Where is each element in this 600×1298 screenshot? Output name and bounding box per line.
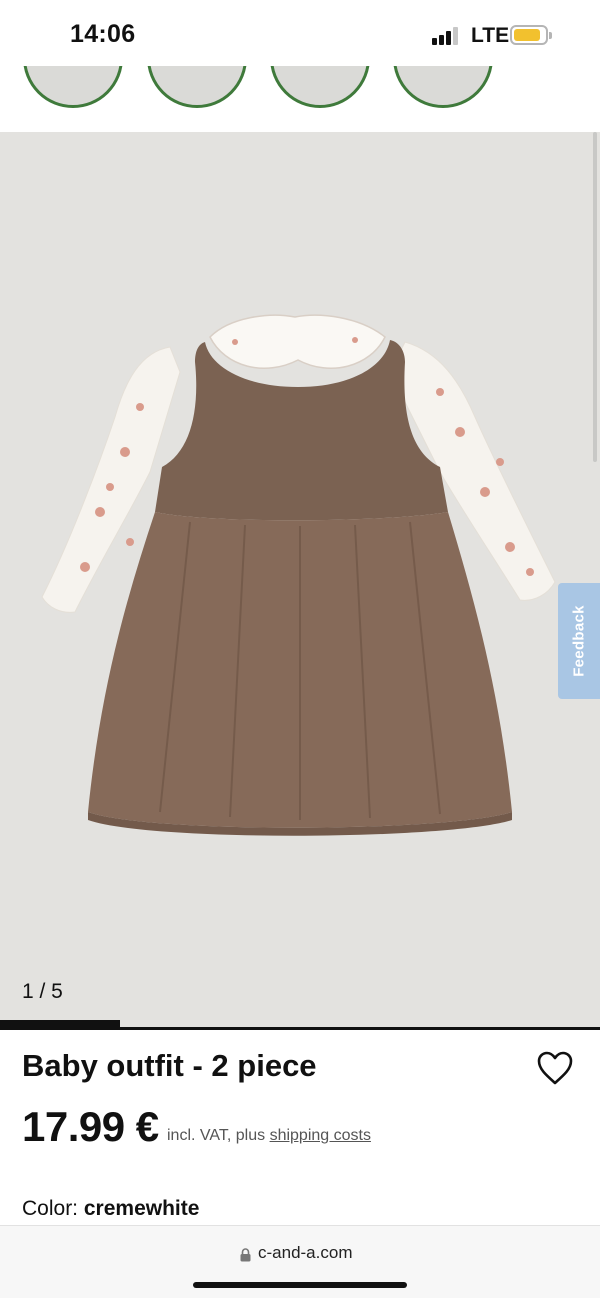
- product-image[interactable]: [30, 312, 570, 852]
- product-price: 17.99 €: [22, 1103, 159, 1150]
- lock-icon: [240, 1248, 251, 1262]
- battery-icon: [510, 25, 552, 45]
- color-swatch-row: [0, 66, 600, 132]
- color-swatch[interactable]: [23, 66, 123, 108]
- color-label: Color:: [22, 1197, 79, 1220]
- home-indicator[interactable]: [193, 1282, 407, 1288]
- product-gallery[interactable]: 1 / 5: [0, 132, 600, 1029]
- signal-icon: [432, 27, 462, 45]
- feedback-label: Feedback: [570, 605, 588, 677]
- color-swatch[interactable]: [147, 66, 247, 108]
- color-swatch[interactable]: [270, 66, 370, 108]
- color-swatch[interactable]: [393, 66, 493, 108]
- status-time: 14:06: [70, 20, 136, 48]
- heart-icon[interactable]: [536, 1050, 574, 1086]
- vat-text: incl. VAT, plus: [167, 1127, 266, 1144]
- gallery-progress-track: [0, 1027, 600, 1030]
- image-counter: 1 / 5: [22, 980, 63, 1003]
- color-info: Color: cremewhite: [22, 1197, 199, 1221]
- gallery-scrollbar[interactable]: [593, 132, 597, 462]
- network-label: LTE: [471, 24, 510, 47]
- url-text: c-and-a.com: [258, 1243, 353, 1262]
- feedback-tab[interactable]: Feedback: [558, 583, 600, 699]
- product-title: Baby outfit - 2 piece: [22, 1048, 317, 1083]
- status-bar: 14:06 LTE: [0, 0, 600, 66]
- shipping-costs-link[interactable]: shipping costs: [270, 1127, 371, 1144]
- color-value: cremewhite: [83, 1197, 200, 1220]
- browser-address-bar[interactable]: c-and-a.com: [0, 1225, 600, 1298]
- vat-info: incl. VAT, plus shipping costs: [167, 1127, 371, 1145]
